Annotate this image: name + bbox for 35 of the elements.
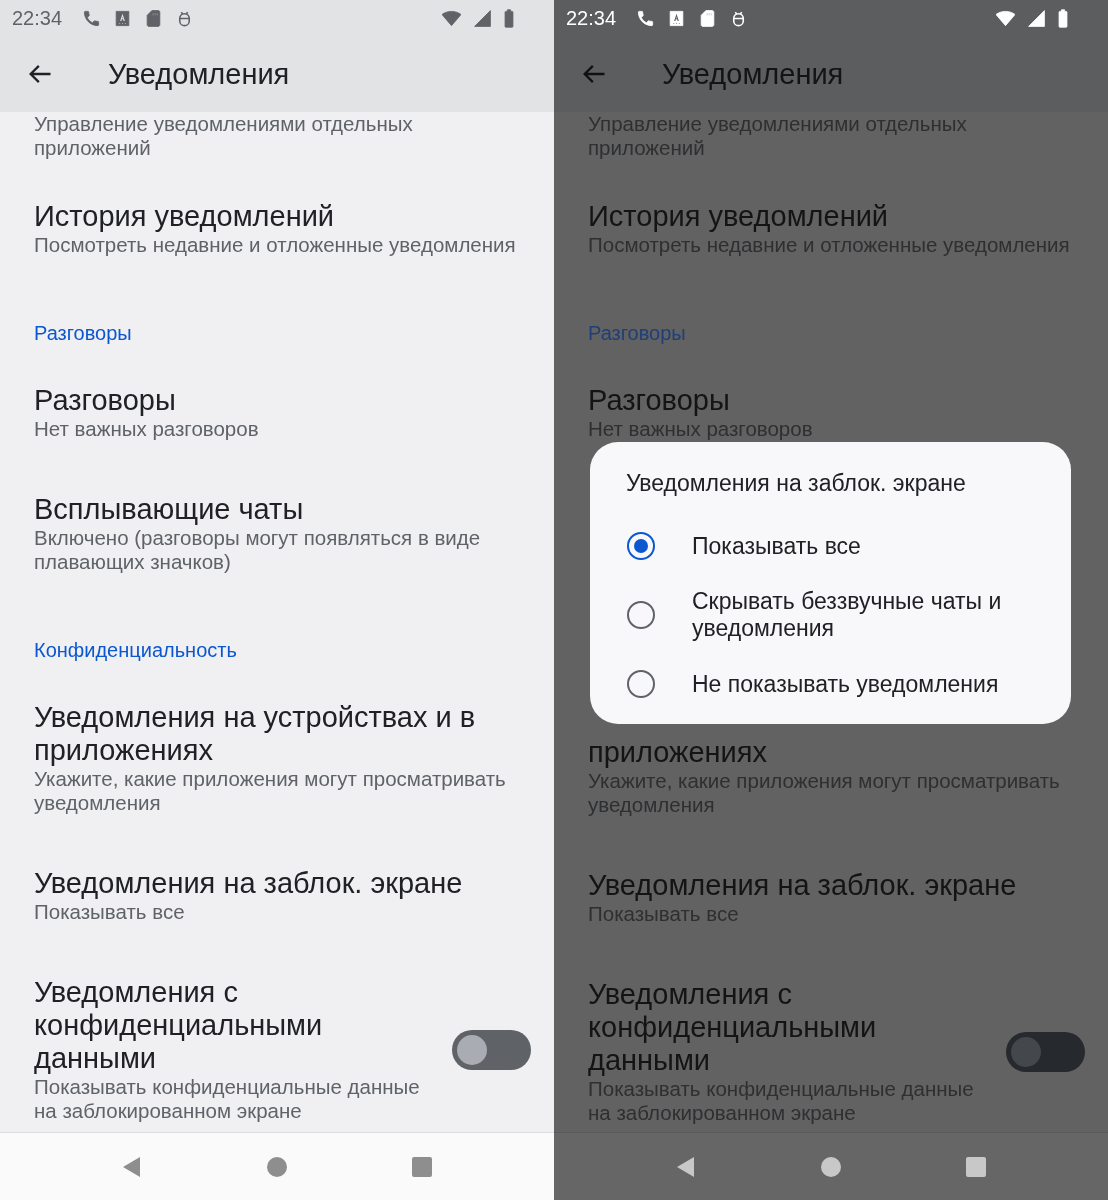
screen-title: Уведомления bbox=[662, 57, 844, 91]
option-label[interactable]: Не показывать уведомления bbox=[692, 670, 999, 698]
battery-icon bbox=[1058, 8, 1068, 28]
signal-icon bbox=[1027, 8, 1046, 28]
section-header: Разговоры bbox=[587, 321, 687, 346]
settings-item[interactable]: История уведомлений Посмотреть недавние и отложенные уведомления bbox=[0, 174, 554, 283]
toggle-switch[interactable] bbox=[1006, 1031, 1085, 1072]
phone-icon bbox=[82, 8, 102, 28]
wifi-icon bbox=[996, 8, 1015, 28]
radio-button[interactable] bbox=[627, 532, 655, 560]
status-time: 22:34 bbox=[12, 6, 63, 30]
settings-item[interactable]: Уведомления на заблок. экране Показывать все bbox=[0, 841, 554, 950]
signal-icon bbox=[473, 8, 492, 28]
settings-item[interactable]: Всплывающие чаты Включено (разговоры могут появляться в виде плавающих значков) bbox=[0, 467, 554, 600]
toggle-switch[interactable] bbox=[452, 1029, 531, 1070]
section-header: Разговоры bbox=[33, 321, 133, 346]
section-header: Конфиденциальность bbox=[33, 638, 238, 663]
option-label[interactable]: Показывать все bbox=[692, 532, 861, 560]
recents-square-icon[interactable] bbox=[963, 1154, 988, 1179]
wifi-icon bbox=[442, 8, 461, 28]
home-circle-icon[interactable] bbox=[265, 1154, 289, 1179]
status-time: 22:34 bbox=[566, 6, 617, 30]
screen-title: Уведомления bbox=[108, 57, 290, 91]
radio-button[interactable] bbox=[627, 601, 655, 629]
option-label[interactable]: Скрывать беззвучные чаты и уведомления bbox=[692, 588, 1051, 642]
settings-item[interactable]: Уведомления с конфиденциальными данными Показывать конфиденциальные данные на заблокированном экране bbox=[0, 950, 554, 1132]
settings-item[interactable]: Уведомления на устройствах и в приложениях Укажите, какие приложения могут просматривать уведомления bbox=[0, 675, 554, 841]
phone-icon bbox=[636, 8, 656, 28]
settings-item[interactable]: Управление уведомлениями отдельных приложений bbox=[0, 112, 554, 174]
dialog-title: Уведомления на заблок. экране bbox=[625, 470, 967, 496]
home-circle-icon[interactable] bbox=[819, 1154, 843, 1179]
recents-square-icon[interactable] bbox=[409, 1154, 434, 1179]
battery-icon bbox=[504, 8, 514, 28]
radio-button[interactable] bbox=[627, 670, 655, 698]
settings-item[interactable]: Разговоры Нет важных разговоров bbox=[0, 358, 554, 467]
